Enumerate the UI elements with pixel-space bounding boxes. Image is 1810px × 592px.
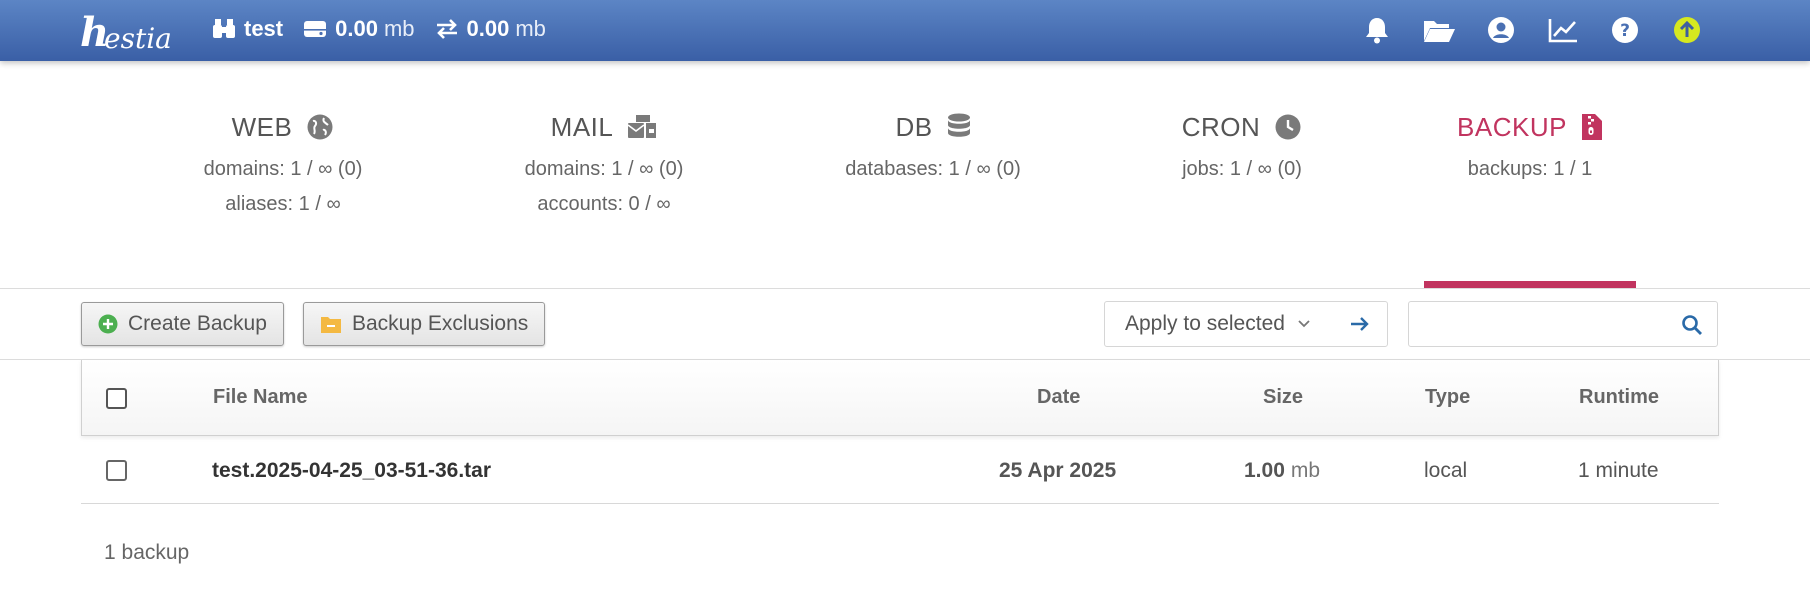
account-stats: test 0.00 mb 0.00 mb: [212, 13, 566, 45]
statistics-button[interactable]: [1546, 13, 1580, 47]
hestia-logo[interactable]: h estia: [80, 2, 170, 54]
section-backup[interactable]: BACKUP backups: 1 / 1: [1380, 109, 1680, 179]
row-checkbox[interactable]: [106, 460, 127, 481]
bandwidth-value: 0.00: [466, 16, 510, 41]
apply-to-selected-label: Apply to selected: [1125, 312, 1285, 335]
user-stat[interactable]: test: [212, 16, 283, 42]
section-web-title: WEB: [231, 111, 293, 142]
section-db-title: DB: [895, 111, 933, 142]
bandwidth-stat: 0.00 mb: [435, 16, 546, 42]
section-mail-title: MAIL: [550, 111, 614, 142]
top-bar: h estia test 0.00 mb 0.00 mb ?: [0, 0, 1810, 61]
backup-exclusions-label: Backup Exclusions: [352, 312, 529, 335]
plus-circle-icon: [98, 314, 118, 334]
row-size: 1.00 mb: [1244, 459, 1320, 483]
apply-to-selected-select[interactable]: Apply to selected: [1104, 301, 1388, 347]
user-circle-icon: [1488, 17, 1514, 43]
disk-value: 0.00: [335, 16, 378, 41]
mail-bulk-icon: [627, 115, 657, 138]
section-backup-count: backups: 1 / 1: [1467, 158, 1593, 180]
section-cron-title: CRON: [1181, 111, 1261, 142]
binoculars-icon: [213, 19, 235, 38]
search-box: [1408, 301, 1718, 347]
updates-button[interactable]: [1670, 13, 1704, 47]
active-tab-indicator: [1424, 281, 1636, 288]
section-mail[interactable]: MAIL domains: 1 / ∞ (0) accounts: 0 / ∞: [454, 109, 754, 215]
bell-icon: [1366, 18, 1388, 44]
table-row[interactable]: test.2025-04-25_03-51-36.tar 25 Apr 2025…: [81, 437, 1719, 504]
header-file-name[interactable]: File Name: [213, 386, 307, 409]
hdd-icon: [304, 21, 327, 37]
top-icons: ?: [1360, 13, 1732, 47]
backup-exclusions-button[interactable]: Backup Exclusions: [303, 302, 546, 346]
disk-stat: 0.00 mb: [303, 16, 415, 42]
file-zipper-icon: [1581, 114, 1602, 140]
arrow-up-circle-icon: [1674, 17, 1700, 43]
section-db[interactable]: DB databases: 1 / ∞ (0): [783, 109, 1083, 180]
section-cron[interactable]: CRON jobs: 1 / ∞ (0): [1092, 109, 1392, 180]
svg-text:?: ?: [1620, 21, 1630, 41]
folder-minus-icon: [321, 316, 341, 333]
bandwidth-unit: mb: [515, 16, 546, 41]
svg-text:estia: estia: [104, 22, 170, 54]
section-cron-jobs: jobs: 1 / ∞ (0): [1182, 158, 1302, 180]
table-header: File Name Date Size Type Runtime: [81, 360, 1719, 436]
file-manager-button[interactable]: [1422, 13, 1456, 47]
toolbar: Create Backup Backup Exclusions Apply to…: [0, 290, 1810, 360]
chevron-down-icon: [1298, 320, 1310, 328]
section-mail-accounts: accounts: 0 / ∞: [537, 193, 671, 215]
question-circle-icon: ?: [1612, 17, 1638, 43]
arrow-right-icon[interactable]: [1349, 314, 1371, 334]
row-size-unit: mb: [1290, 459, 1321, 482]
create-backup-button[interactable]: Create Backup: [81, 302, 284, 346]
search-input[interactable]: [1409, 302, 1669, 346]
row-type: local: [1424, 459, 1468, 482]
section-panels: WEB domains: 1 / ∞ (0) aliases: 1 / ∞ MA…: [0, 61, 1810, 289]
user-profile-button[interactable]: [1484, 13, 1518, 47]
row-date: 25 Apr 2025: [999, 459, 1117, 482]
header-type[interactable]: Type: [1425, 386, 1470, 409]
help-button[interactable]: ?: [1608, 13, 1642, 47]
section-web[interactable]: WEB domains: 1 / ∞ (0) aliases: 1 / ∞: [133, 109, 433, 215]
section-db-databases: databases: 1 / ∞ (0): [845, 158, 1021, 180]
section-web-domains: domains: 1 / ∞ (0): [203, 158, 363, 180]
chart-line-icon: [1548, 19, 1577, 43]
globe-icon: [307, 114, 333, 140]
search-icon[interactable]: [1681, 314, 1703, 336]
notifications-button[interactable]: [1360, 13, 1394, 47]
section-mail-domains: domains: 1 / ∞ (0): [524, 158, 684, 180]
header-runtime[interactable]: Runtime: [1579, 386, 1659, 409]
section-backup-title: BACKUP: [1457, 111, 1567, 142]
row-size-value: 1.00: [1244, 459, 1285, 482]
username: test: [244, 16, 284, 41]
row-file-name[interactable]: test.2025-04-25_03-51-36.tar: [212, 459, 491, 483]
transfer-arrows-icon: [436, 19, 457, 39]
header-size[interactable]: Size: [1263, 386, 1303, 409]
create-backup-label: Create Backup: [128, 312, 267, 335]
folder-open-icon: [1424, 21, 1455, 42]
database-icon: [947, 113, 970, 137]
clock-icon: [1275, 114, 1301, 140]
disk-unit: mb: [383, 16, 415, 41]
header-date[interactable]: Date: [1037, 386, 1080, 409]
section-web-aliases: aliases: 1 / ∞: [225, 193, 341, 215]
row-runtime: 1 minute: [1578, 459, 1659, 482]
backup-count: 1 backup: [104, 541, 190, 564]
select-all-checkbox[interactable]: [106, 388, 127, 409]
